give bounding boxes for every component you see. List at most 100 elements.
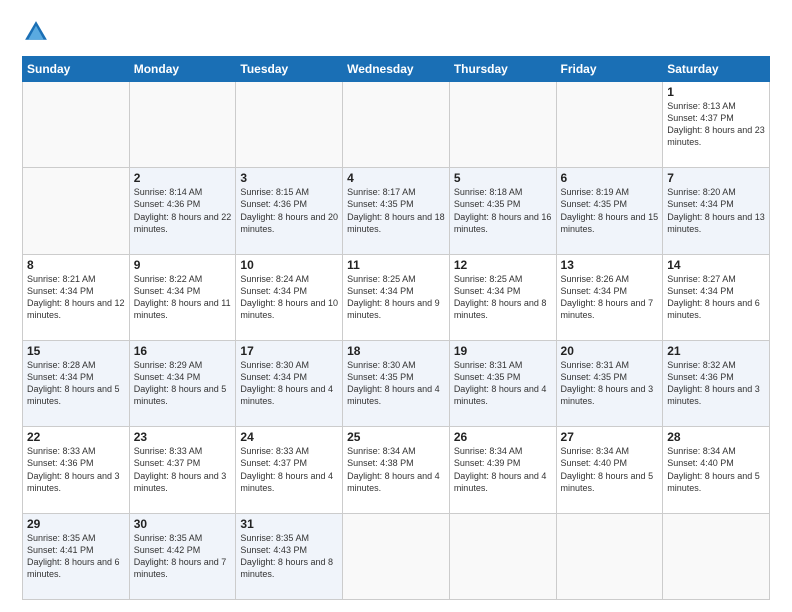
day-number: 27 [561, 430, 659, 444]
calendar-cell [556, 82, 663, 168]
day-info: Sunrise: 8:34 AMSunset: 4:39 PMDaylight:… [454, 445, 552, 494]
header [22, 18, 770, 46]
calendar-week-5: 22Sunrise: 8:33 AMSunset: 4:36 PMDayligh… [23, 427, 770, 513]
day-info: Sunrise: 8:22 AMSunset: 4:34 PMDaylight:… [134, 273, 232, 322]
day-number: 29 [27, 517, 125, 531]
day-info: Sunrise: 8:33 AMSunset: 4:37 PMDaylight:… [240, 445, 338, 494]
day-info: Sunrise: 8:33 AMSunset: 4:36 PMDaylight:… [27, 445, 125, 494]
calendar-cell: 31Sunrise: 8:35 AMSunset: 4:43 PMDayligh… [236, 513, 343, 599]
calendar-cell: 13Sunrise: 8:26 AMSunset: 4:34 PMDayligh… [556, 254, 663, 340]
day-number: 3 [240, 171, 338, 185]
calendar-cell [236, 82, 343, 168]
day-info: Sunrise: 8:20 AMSunset: 4:34 PMDaylight:… [667, 186, 765, 235]
calendar-cell: 18Sunrise: 8:30 AMSunset: 4:35 PMDayligh… [343, 340, 450, 426]
day-number: 26 [454, 430, 552, 444]
calendar-cell: 4Sunrise: 8:17 AMSunset: 4:35 PMDaylight… [343, 168, 450, 254]
day-number: 21 [667, 344, 765, 358]
calendar-cell: 5Sunrise: 8:18 AMSunset: 4:35 PMDaylight… [449, 168, 556, 254]
day-number: 24 [240, 430, 338, 444]
col-header-sunday: Sunday [23, 57, 130, 82]
logo-icon [22, 18, 50, 46]
calendar-week-6: 29Sunrise: 8:35 AMSunset: 4:41 PMDayligh… [23, 513, 770, 599]
day-number: 15 [27, 344, 125, 358]
day-info: Sunrise: 8:25 AMSunset: 4:34 PMDaylight:… [347, 273, 445, 322]
col-header-tuesday: Tuesday [236, 57, 343, 82]
page: SundayMondayTuesdayWednesdayThursdayFrid… [0, 0, 792, 612]
day-info: Sunrise: 8:13 AMSunset: 4:37 PMDaylight:… [667, 100, 765, 149]
calendar-cell [449, 82, 556, 168]
day-info: Sunrise: 8:14 AMSunset: 4:36 PMDaylight:… [134, 186, 232, 235]
day-info: Sunrise: 8:31 AMSunset: 4:35 PMDaylight:… [454, 359, 552, 408]
day-number: 13 [561, 258, 659, 272]
calendar-cell: 30Sunrise: 8:35 AMSunset: 4:42 PMDayligh… [129, 513, 236, 599]
calendar-week-1: 1Sunrise: 8:13 AMSunset: 4:37 PMDaylight… [23, 82, 770, 168]
calendar-cell: 21Sunrise: 8:32 AMSunset: 4:36 PMDayligh… [663, 340, 770, 426]
day-number: 25 [347, 430, 445, 444]
calendar-cell [129, 82, 236, 168]
day-number: 2 [134, 171, 232, 185]
day-number: 23 [134, 430, 232, 444]
col-header-saturday: Saturday [663, 57, 770, 82]
day-info: Sunrise: 8:26 AMSunset: 4:34 PMDaylight:… [561, 273, 659, 322]
calendar-cell: 28Sunrise: 8:34 AMSunset: 4:40 PMDayligh… [663, 427, 770, 513]
col-header-monday: Monday [129, 57, 236, 82]
day-info: Sunrise: 8:24 AMSunset: 4:34 PMDaylight:… [240, 273, 338, 322]
day-number: 8 [27, 258, 125, 272]
calendar-cell [343, 513, 450, 599]
day-number: 6 [561, 171, 659, 185]
logo [22, 18, 54, 46]
day-info: Sunrise: 8:34 AMSunset: 4:38 PMDaylight:… [347, 445, 445, 494]
calendar-cell [23, 82, 130, 168]
day-info: Sunrise: 8:34 AMSunset: 4:40 PMDaylight:… [561, 445, 659, 494]
day-info: Sunrise: 8:35 AMSunset: 4:43 PMDaylight:… [240, 532, 338, 581]
calendar-cell [23, 168, 130, 254]
day-number: 28 [667, 430, 765, 444]
calendar-cell: 2Sunrise: 8:14 AMSunset: 4:36 PMDaylight… [129, 168, 236, 254]
day-info: Sunrise: 8:30 AMSunset: 4:34 PMDaylight:… [240, 359, 338, 408]
calendar-cell: 26Sunrise: 8:34 AMSunset: 4:39 PMDayligh… [449, 427, 556, 513]
day-number: 16 [134, 344, 232, 358]
calendar-cell: 14Sunrise: 8:27 AMSunset: 4:34 PMDayligh… [663, 254, 770, 340]
calendar-cell: 1Sunrise: 8:13 AMSunset: 4:37 PMDaylight… [663, 82, 770, 168]
calendar-cell: 6Sunrise: 8:19 AMSunset: 4:35 PMDaylight… [556, 168, 663, 254]
day-number: 1 [667, 85, 765, 99]
calendar-cell: 12Sunrise: 8:25 AMSunset: 4:34 PMDayligh… [449, 254, 556, 340]
day-number: 9 [134, 258, 232, 272]
day-info: Sunrise: 8:30 AMSunset: 4:35 PMDaylight:… [347, 359, 445, 408]
calendar-cell: 27Sunrise: 8:34 AMSunset: 4:40 PMDayligh… [556, 427, 663, 513]
calendar-cell: 24Sunrise: 8:33 AMSunset: 4:37 PMDayligh… [236, 427, 343, 513]
day-info: Sunrise: 8:34 AMSunset: 4:40 PMDaylight:… [667, 445, 765, 494]
calendar-cell [663, 513, 770, 599]
day-info: Sunrise: 8:28 AMSunset: 4:34 PMDaylight:… [27, 359, 125, 408]
calendar-cell: 11Sunrise: 8:25 AMSunset: 4:34 PMDayligh… [343, 254, 450, 340]
calendar-cell: 10Sunrise: 8:24 AMSunset: 4:34 PMDayligh… [236, 254, 343, 340]
day-number: 19 [454, 344, 552, 358]
day-number: 5 [454, 171, 552, 185]
calendar-cell [556, 513, 663, 599]
col-header-friday: Friday [556, 57, 663, 82]
calendar-week-2: 2Sunrise: 8:14 AMSunset: 4:36 PMDaylight… [23, 168, 770, 254]
calendar-cell: 25Sunrise: 8:34 AMSunset: 4:38 PMDayligh… [343, 427, 450, 513]
day-info: Sunrise: 8:33 AMSunset: 4:37 PMDaylight:… [134, 445, 232, 494]
col-header-wednesday: Wednesday [343, 57, 450, 82]
calendar-cell: 19Sunrise: 8:31 AMSunset: 4:35 PMDayligh… [449, 340, 556, 426]
day-number: 12 [454, 258, 552, 272]
day-info: Sunrise: 8:35 AMSunset: 4:42 PMDaylight:… [134, 532, 232, 581]
day-info: Sunrise: 8:17 AMSunset: 4:35 PMDaylight:… [347, 186, 445, 235]
calendar-cell: 17Sunrise: 8:30 AMSunset: 4:34 PMDayligh… [236, 340, 343, 426]
day-number: 22 [27, 430, 125, 444]
calendar-cell: 22Sunrise: 8:33 AMSunset: 4:36 PMDayligh… [23, 427, 130, 513]
calendar-week-4: 15Sunrise: 8:28 AMSunset: 4:34 PMDayligh… [23, 340, 770, 426]
calendar-cell: 20Sunrise: 8:31 AMSunset: 4:35 PMDayligh… [556, 340, 663, 426]
col-header-thursday: Thursday [449, 57, 556, 82]
day-info: Sunrise: 8:27 AMSunset: 4:34 PMDaylight:… [667, 273, 765, 322]
calendar-cell: 3Sunrise: 8:15 AMSunset: 4:36 PMDaylight… [236, 168, 343, 254]
calendar-cell: 9Sunrise: 8:22 AMSunset: 4:34 PMDaylight… [129, 254, 236, 340]
day-info: Sunrise: 8:15 AMSunset: 4:36 PMDaylight:… [240, 186, 338, 235]
day-info: Sunrise: 8:29 AMSunset: 4:34 PMDaylight:… [134, 359, 232, 408]
day-number: 18 [347, 344, 445, 358]
day-number: 14 [667, 258, 765, 272]
day-number: 10 [240, 258, 338, 272]
day-number: 30 [134, 517, 232, 531]
calendar-cell: 15Sunrise: 8:28 AMSunset: 4:34 PMDayligh… [23, 340, 130, 426]
